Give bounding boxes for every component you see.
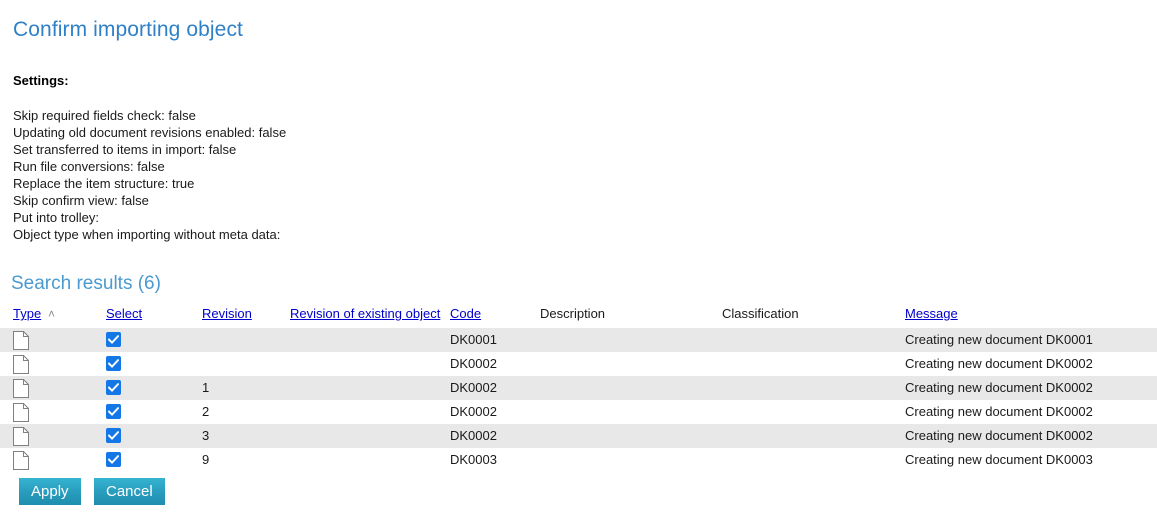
cell-revision: 1 bbox=[202, 380, 210, 395]
column-header-code[interactable]: Code bbox=[450, 306, 481, 321]
cell-type bbox=[13, 424, 29, 448]
cell-code: DK0002 bbox=[450, 356, 497, 371]
cell-message: Creating new document DK0002 bbox=[905, 404, 1093, 419]
column-header-description-label: Description bbox=[540, 306, 606, 321]
cell-select[interactable] bbox=[106, 352, 121, 376]
cell-code: DK0002 bbox=[450, 380, 497, 395]
cancel-button[interactable]: Cancel bbox=[93, 478, 165, 505]
cell-select[interactable] bbox=[106, 328, 121, 352]
cell-revision: 3 bbox=[202, 428, 210, 443]
search-results-table: Type ˄ Select Revision Revision of exist… bbox=[0, 306, 1157, 472]
setting-line: Skip required fields check: false bbox=[13, 108, 196, 123]
document-icon bbox=[13, 355, 29, 374]
column-header-revision[interactable]: Revision bbox=[202, 306, 252, 321]
cell-select[interactable] bbox=[106, 448, 121, 472]
cell-type bbox=[13, 328, 29, 352]
cell-message: Creating new document DK0001 bbox=[905, 332, 1093, 347]
column-header-message-label[interactable]: Message bbox=[905, 306, 958, 321]
sort-ascending-icon[interactable]: ˄ bbox=[48, 307, 55, 321]
cell-select[interactable] bbox=[106, 400, 121, 424]
cell-select[interactable] bbox=[106, 424, 121, 448]
table-row[interactable]: 2 DK0002 Creating new document DK0002 bbox=[0, 400, 1157, 424]
cell-code: DK0001 bbox=[450, 332, 497, 347]
cell-type bbox=[13, 352, 29, 376]
column-header-revision-of-existing-object-label[interactable]: Revision of existing object bbox=[290, 306, 440, 321]
setting-line: Skip confirm view: false bbox=[13, 193, 149, 208]
cell-type bbox=[13, 448, 29, 472]
select-row-checkbox[interactable] bbox=[106, 380, 121, 395]
cell-message: Creating new document DK0002 bbox=[905, 380, 1093, 395]
setting-line: Updating old document revisions enabled:… bbox=[13, 125, 287, 140]
cell-select[interactable] bbox=[106, 376, 121, 400]
cell-type bbox=[13, 376, 29, 400]
apply-button[interactable]: Apply bbox=[19, 478, 81, 505]
select-row-checkbox[interactable] bbox=[106, 332, 121, 347]
cell-code: DK0002 bbox=[450, 404, 497, 419]
column-header-description: Description bbox=[540, 306, 605, 321]
select-row-checkbox[interactable] bbox=[106, 356, 121, 371]
column-header-revision-of-existing-object[interactable]: Revision of existing object bbox=[290, 306, 440, 321]
select-row-checkbox[interactable] bbox=[106, 428, 121, 443]
cell-code: DK0002 bbox=[450, 428, 497, 443]
search-results-heading: Search results (6) bbox=[11, 273, 161, 294]
column-header-classification: Classification bbox=[722, 306, 799, 321]
table-row[interactable]: 1 DK0002 Creating new document DK0002 bbox=[0, 376, 1157, 400]
cell-revision: 9 bbox=[202, 452, 210, 467]
document-icon bbox=[13, 451, 29, 470]
setting-line: Run file conversions: false bbox=[13, 159, 165, 174]
setting-line: Replace the item structure: true bbox=[13, 176, 195, 191]
setting-line: Object type when importing without meta … bbox=[13, 227, 281, 242]
settings-list: Skip required fields check: false Updati… bbox=[13, 107, 286, 243]
table-row[interactable]: DK0001 Creating new document DK0001 bbox=[0, 328, 1157, 352]
document-icon bbox=[13, 403, 29, 422]
column-header-revision-label[interactable]: Revision bbox=[202, 306, 252, 321]
column-header-type[interactable]: Type bbox=[13, 306, 41, 321]
table-row[interactable]: 3 DK0002 Creating new document DK0002 bbox=[0, 424, 1157, 448]
column-header-classification-label: Classification bbox=[722, 306, 799, 321]
column-header-code-label[interactable]: Code bbox=[450, 306, 481, 321]
column-header-select-label[interactable]: Select bbox=[106, 306, 142, 321]
page-title: Confirm importing object bbox=[13, 18, 243, 41]
table-row[interactable]: DK0002 Creating new document DK0002 bbox=[0, 352, 1157, 376]
cell-code: DK0003 bbox=[450, 452, 497, 467]
setting-line: Put into trolley: bbox=[13, 210, 99, 225]
button-bar: Apply Cancel bbox=[19, 478, 165, 505]
document-icon bbox=[13, 379, 29, 398]
cell-revision: 2 bbox=[202, 404, 210, 419]
document-icon bbox=[13, 331, 29, 350]
column-header-select[interactable]: Select bbox=[106, 306, 142, 321]
column-header-message[interactable]: Message bbox=[905, 306, 958, 321]
column-header-type-label[interactable]: Type bbox=[13, 306, 41, 321]
cell-type bbox=[13, 400, 29, 424]
cell-message: Creating new document DK0003 bbox=[905, 452, 1093, 467]
setting-line: Set transferred to items in import: fals… bbox=[13, 142, 237, 157]
settings-label: Settings: bbox=[13, 73, 69, 88]
table-header-row: Type ˄ Select Revision Revision of exist… bbox=[0, 306, 1157, 328]
table-row[interactable]: 9 DK0003 Creating new document DK0003 bbox=[0, 448, 1157, 472]
cell-message: Creating new document DK0002 bbox=[905, 356, 1093, 371]
document-icon bbox=[13, 427, 29, 446]
cell-message: Creating new document DK0002 bbox=[905, 428, 1093, 443]
select-row-checkbox[interactable] bbox=[106, 452, 121, 467]
select-row-checkbox[interactable] bbox=[106, 404, 121, 419]
table-body: DK0001 Creating new document DK0001 DK0002… bbox=[0, 328, 1157, 472]
